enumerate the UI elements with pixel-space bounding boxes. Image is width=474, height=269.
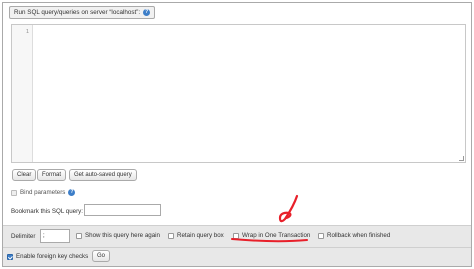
rollback-when-finished-option[interactable]: Rollback when finished bbox=[318, 232, 390, 239]
line-number: 1 bbox=[25, 29, 29, 35]
rollback-when-finished-label: Rollback when finished bbox=[327, 232, 391, 239]
retain-query-box-label: Retain query box bbox=[177, 232, 224, 239]
retain-query-box-option[interactable]: Retain query box bbox=[168, 232, 224, 239]
wrap-in-one-transaction-label: Wrap in One Transaction bbox=[242, 232, 311, 239]
options-bar: Delimiter Show this query here again Ret… bbox=[3, 225, 471, 248]
help-icon[interactable]: ? bbox=[143, 9, 151, 16]
sql-query-panel: Run SQL query/queries on server “localho… bbox=[2, 2, 472, 267]
show-query-again-label: Show this query here again bbox=[85, 232, 160, 239]
bookmark-input[interactable] bbox=[84, 204, 161, 216]
footer-bar: Enable foreign key checks Go bbox=[3, 248, 471, 266]
bind-parameters-option[interactable]: Bind parameters ? bbox=[11, 189, 76, 196]
rollback-when-finished-checkbox[interactable] bbox=[318, 232, 324, 239]
wrap-in-one-transaction-checkbox[interactable] bbox=[233, 232, 239, 239]
show-query-again-checkbox[interactable] bbox=[76, 232, 82, 239]
enable-foreign-key-checks-label: Enable foreign key checks bbox=[16, 253, 89, 260]
sql-editor[interactable]: 1 bbox=[11, 24, 466, 163]
bookmark-row: Bookmark this SQL query: bbox=[11, 208, 83, 215]
bookmark-label: Bookmark this SQL query: bbox=[11, 208, 83, 215]
retain-query-box-checkbox[interactable] bbox=[168, 232, 174, 239]
bind-parameters-label: Bind parameters bbox=[20, 189, 66, 196]
show-query-again-option[interactable]: Show this query here again bbox=[76, 232, 160, 239]
help-icon[interactable]: ? bbox=[68, 189, 76, 196]
delimiter-input[interactable] bbox=[40, 229, 70, 243]
panel-legend-label: Run SQL query/queries on server “localho… bbox=[14, 9, 141, 16]
wrap-in-one-transaction-option[interactable]: Wrap in One Transaction bbox=[233, 232, 310, 239]
editor-gutter: 1 bbox=[12, 25, 33, 162]
bind-parameters-checkbox[interactable] bbox=[11, 189, 17, 196]
clear-button[interactable]: Clear bbox=[12, 169, 37, 181]
format-button[interactable]: Format bbox=[37, 169, 67, 181]
go-button[interactable]: Go bbox=[92, 250, 110, 262]
enable-foreign-key-checks-option[interactable]: Enable foreign key checks bbox=[7, 253, 88, 260]
get-auto-saved-query-button[interactable]: Get auto-saved query bbox=[69, 169, 137, 181]
enable-foreign-key-checks-checkbox[interactable] bbox=[7, 253, 13, 260]
resize-handle-icon[interactable] bbox=[459, 156, 464, 161]
panel-legend: Run SQL query/queries on server “localho… bbox=[9, 6, 156, 19]
delimiter-label: Delimiter bbox=[11, 233, 36, 240]
